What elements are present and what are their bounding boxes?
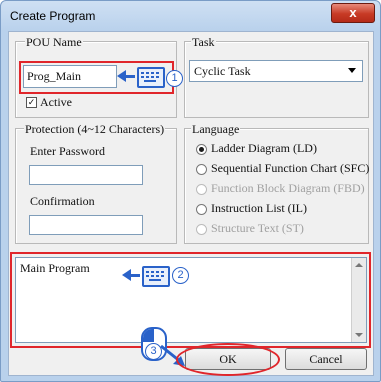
task-selected-value: Cyclic Task: [194, 64, 251, 78]
confirmation-input[interactable]: [29, 215, 143, 235]
confirmation-label: Confirmation: [30, 194, 95, 208]
cancel-button[interactable]: Cancel: [285, 348, 367, 370]
language-option-ld-label: Ladder Diagram (LD): [211, 141, 317, 155]
ok-button-highlight: [176, 343, 280, 376]
keyboard-icon-2: [142, 266, 170, 287]
task-select[interactable]: Cyclic Task: [189, 60, 363, 82]
dialog-title: Create Program: [10, 9, 96, 23]
comment-value: Main Program: [20, 261, 90, 275]
comment-textarea[interactable]: Main Program: [15, 257, 367, 343]
language-option-fbd-label: Function Block Diagram (FBD): [211, 181, 365, 195]
annotation-arrow-1-line: [125, 75, 135, 78]
title-bar[interactable]: Create Program x: [1, 1, 380, 31]
password-label: Enter Password: [30, 144, 105, 158]
pou-name-value: Prog_Main: [27, 69, 81, 83]
language-option-st-label: Structure Text (ST): [211, 221, 304, 235]
annotation-arrow-2-line: [130, 274, 140, 277]
dialog-client-area: POU Name Prog_Main 1 ✓ Active Task Cycli…: [8, 31, 374, 376]
annotation-step-1-badge: 1: [166, 70, 183, 87]
protection-legend: Protection (4~12 Characters): [24, 122, 166, 137]
language-legend: Language: [191, 122, 241, 137]
radio-instruction-list[interactable]: [196, 204, 207, 215]
chevron-down-icon: [348, 68, 356, 73]
pou-name-input[interactable]: Prog_Main: [23, 65, 117, 88]
scroll-down-icon[interactable]: [355, 333, 363, 337]
comment-scrollbar[interactable]: [351, 258, 366, 342]
keyboard-icon: [137, 67, 165, 88]
scroll-up-icon[interactable]: [355, 263, 363, 267]
create-program-dialog: Create Program x POU Name Prog_Main 1 ✓ …: [0, 0, 381, 382]
radio-structure-text: [196, 224, 207, 235]
active-label: Active: [40, 95, 72, 109]
password-input[interactable]: [29, 165, 143, 185]
annotation-step-2-badge: 2: [172, 267, 189, 284]
task-legend: Task: [191, 35, 216, 50]
close-button[interactable]: x: [331, 3, 375, 23]
radio-sequential-function-chart[interactable]: [196, 164, 207, 175]
language-option-sfc-label: Sequential Function Chart (SFC): [211, 161, 370, 175]
radio-function-block-diagram: [196, 184, 207, 195]
pou-name-legend: POU Name: [25, 35, 83, 50]
active-checkbox[interactable]: ✓: [26, 97, 37, 108]
language-option-il-label: Instruction List (IL): [211, 201, 307, 215]
radio-ladder-diagram[interactable]: [196, 144, 207, 155]
